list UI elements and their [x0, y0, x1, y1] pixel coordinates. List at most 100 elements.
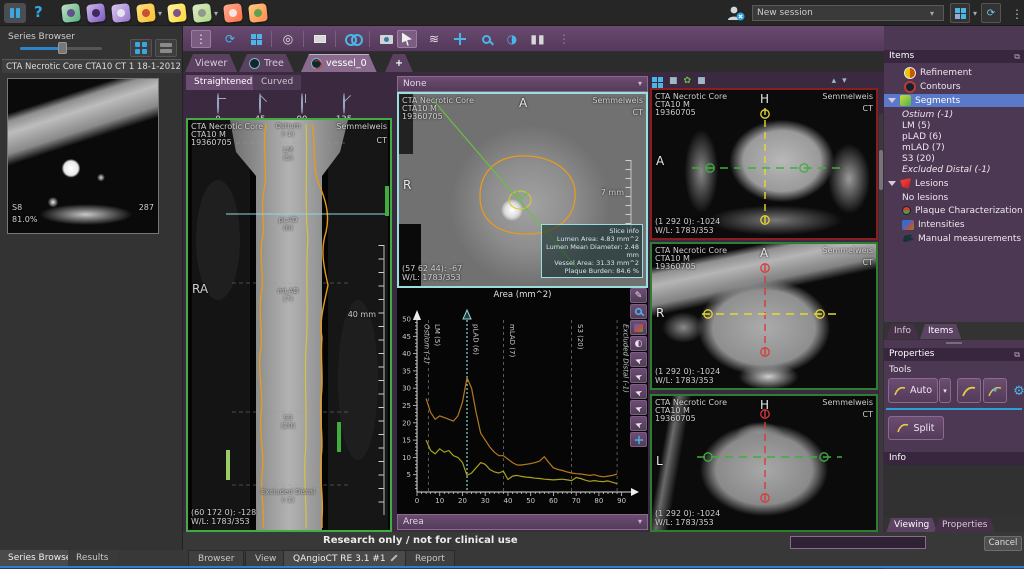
overlay-select[interactable]: None▾	[397, 76, 648, 92]
app-icon-2[interactable]	[86, 3, 106, 23]
zoom-tool-icon[interactable]	[477, 30, 495, 48]
tab-view[interactable]: View	[245, 550, 286, 566]
items-row-manual-measurements[interactable]: Manual measurements	[884, 232, 1024, 245]
layout-icon[interactable]	[247, 30, 265, 48]
views-square2-icon[interactable]: ■	[697, 76, 706, 86]
annotation-tool-button[interactable]: ✎	[630, 288, 647, 303]
app-icon-1[interactable]	[61, 3, 81, 23]
popout-icon[interactable]: ⧉	[1014, 348, 1020, 361]
tab-qangioct[interactable]: QAngioCT RE 3.1 #1	[283, 550, 408, 566]
views-scrollbar-handle[interactable]	[879, 150, 883, 190]
pin-icon[interactable]: ◎	[279, 30, 297, 48]
panel-resize-handle[interactable]	[946, 342, 962, 344]
tab-viewing[interactable]: Viewing	[886, 518, 937, 533]
app-icon-8[interactable]	[248, 3, 268, 23]
area-graph[interactable]: 01020304050607080905101520253035404550Os…	[397, 300, 648, 512]
contrast-tool-button[interactable]: ◐	[630, 336, 647, 351]
stamp-view-5-button[interactable]: ➤	[630, 416, 647, 431]
session-restore-button[interactable]: ⟳	[981, 3, 1001, 23]
trace-tool-button[interactable]	[957, 378, 981, 403]
views-down-icon[interactable]: ▾	[842, 76, 847, 86]
tab-info[interactable]: Info	[886, 324, 919, 339]
app-icon-4-caret[interactable]: ▾	[158, 9, 162, 18]
stamp-view-1-button[interactable]: ➤	[630, 352, 647, 367]
session-select[interactable]: New session	[752, 5, 944, 21]
items-row-segments[interactable]: Segments	[884, 94, 1024, 107]
toolbar-more-dots[interactable]: ⋮	[555, 30, 573, 48]
thumbnail-size-slider-handle[interactable]	[58, 42, 67, 54]
app-icon-6-caret[interactable]: ▾	[214, 9, 218, 18]
items-row-lesions[interactable]: Lesions	[884, 177, 1024, 190]
tab-curved[interactable]: Curved	[253, 75, 301, 90]
views-up-icon[interactable]: ▴	[832, 76, 837, 86]
views-layout-icon[interactable]	[652, 75, 663, 88]
grid-view-button[interactable]	[130, 39, 152, 57]
tab-add[interactable]: +	[385, 54, 413, 72]
stamp-view-3-button[interactable]: ➤	[630, 384, 647, 399]
link-views-icon[interactable]	[343, 30, 361, 48]
tab-tree[interactable]: Tree	[239, 54, 294, 72]
collapse-caret-icon[interactable]	[888, 181, 896, 186]
titlebar-menu-dots[interactable]: ⋮	[1008, 5, 1024, 23]
tab-properties[interactable]: Properties	[934, 518, 995, 533]
views-square-icon[interactable]: ■	[669, 76, 678, 86]
scroll-stack-icon[interactable]: ≋	[425, 30, 443, 48]
series-thumbnail[interactable]: S8 81.0% 287	[7, 78, 159, 234]
items-row-plaque-characterization[interactable]: Plaque Characterization	[884, 204, 1024, 217]
app-icon-5[interactable]	[167, 3, 187, 23]
stamp-view-4-button[interactable]: ➤	[630, 400, 647, 415]
collapse-caret-icon[interactable]	[888, 98, 896, 103]
slab-thickness-icon[interactable]: ▮▮	[529, 30, 547, 48]
items-row-excluded-distal[interactable]: Excluded Distal (-1)	[884, 163, 1024, 176]
items-row-contours[interactable]: Contours	[884, 80, 1024, 93]
tab-report[interactable]: Report	[405, 550, 455, 566]
stamp-view-2-button[interactable]: ➤	[630, 368, 647, 383]
split-tool-button[interactable]: Split	[888, 416, 944, 440]
app-icon-3[interactable]	[111, 3, 131, 23]
app-icon-6[interactable]	[192, 3, 212, 23]
straightened-vessel-viewport[interactable]: CTA Necrotic Core CTA10 M 19360705 Semme…	[186, 118, 392, 532]
svg-text:70: 70	[572, 497, 581, 505]
tab-results[interactable]: Results	[68, 550, 117, 566]
ct-view-coronal[interactable]: CTA Necrotic Core CTA10 M 19360705 Semme…	[650, 394, 878, 532]
toolbar-menu-icon[interactable]: ⋮	[191, 30, 211, 48]
pointer-tool-icon[interactable]	[397, 30, 417, 48]
ct-view-sagittal[interactable]: CTA Necrotic Core CTA10 M 19360705 Semme…	[650, 88, 878, 240]
snapshot-icon[interactable]	[377, 30, 395, 48]
app-icon-4[interactable]	[136, 3, 156, 23]
auto-tool-caret[interactable]: ▾	[939, 378, 951, 403]
edit-tool-button[interactable]	[983, 378, 1007, 403]
reset-view-icon[interactable]: ⟳	[221, 30, 239, 48]
app-icon-7[interactable]	[223, 3, 243, 23]
tab-viewer[interactable]: Viewer	[185, 54, 237, 72]
window-level-icon[interactable]: ◑	[503, 30, 521, 48]
series-title[interactable]: CTA Necrotic Core CTA10 CT 1 18-1-2012	[2, 59, 181, 73]
pin-tab-icon[interactable]	[390, 554, 397, 561]
crop-rectangle-icon[interactable]	[311, 30, 329, 48]
popout-icon[interactable]: ⧉	[1014, 50, 1020, 63]
pan-tool-icon[interactable]	[451, 30, 469, 48]
tab-vessel-0[interactable]: vessel_0	[301, 54, 377, 72]
ct-view-axial[interactable]: CTA Necrotic Core CTA10 M 19360705 Semme…	[650, 242, 878, 390]
tab-items[interactable]: Items	[920, 324, 961, 339]
layout-window-caret[interactable]: ▾	[973, 9, 977, 18]
magnify-tool-button[interactable]	[630, 304, 647, 319]
items-row-refinement[interactable]: Refinement	[884, 66, 1024, 79]
segment-label-lm: LM(5)	[238, 146, 338, 162]
views-sync-icon[interactable]: ✿	[684, 76, 692, 86]
auto-tool-button[interactable]: Auto	[888, 378, 938, 403]
help-icon[interactable]: ?	[34, 3, 43, 21]
graph-type-select[interactable]: Area▾	[397, 514, 648, 530]
app-launcher-icon[interactable]	[4, 3, 26, 23]
tab-straightened[interactable]: Straightened	[186, 75, 260, 90]
tab-browser[interactable]: Browser	[188, 550, 244, 566]
cancel-button[interactable]: Cancel	[984, 536, 1022, 551]
intensities-tool-button[interactable]	[630, 320, 647, 335]
session-select-caret[interactable]: ▾	[930, 9, 934, 18]
items-row-intensities[interactable]: Intensities	[884, 218, 1024, 231]
move-tool-button[interactable]	[630, 432, 647, 447]
cross-section-viewport[interactable]: CTA Necrotic Core CTA10 M 19360705 Semme…	[397, 92, 648, 288]
list-view-button[interactable]	[155, 39, 177, 57]
tool-settings-gear-icon[interactable]: ⚙	[1010, 382, 1024, 400]
layout-window-button[interactable]	[950, 3, 970, 23]
